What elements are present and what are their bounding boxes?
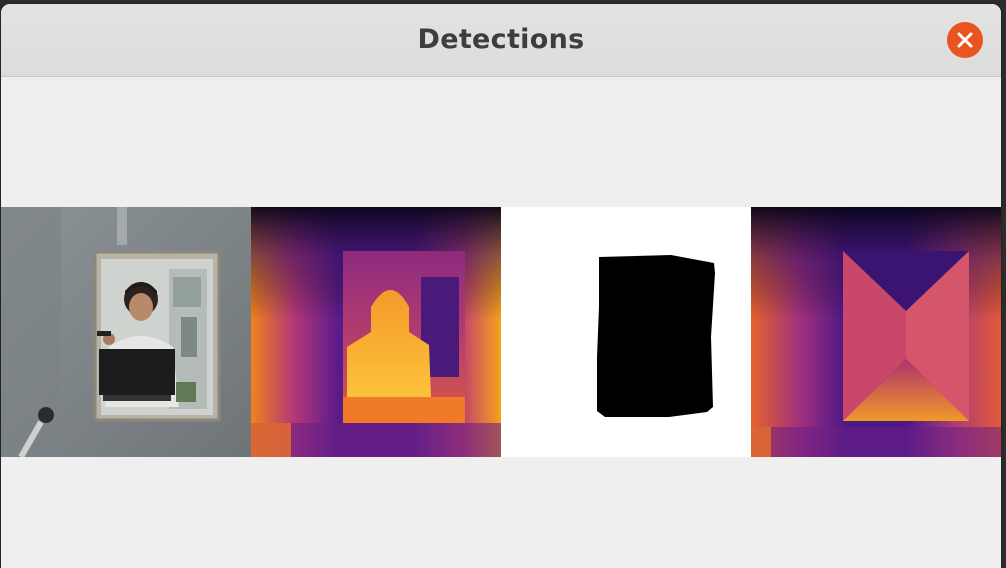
segmentation-mask-image — [501, 207, 751, 457]
depth-estimate-image — [751, 207, 1001, 457]
depth-map-image — [251, 207, 501, 457]
detections-window: Detections — [1, 4, 1001, 568]
close-button[interactable] — [947, 22, 983, 58]
detections-content — [1, 77, 1001, 568]
window-title: Detections — [417, 24, 585, 55]
camera-rgb-image — [1, 207, 251, 457]
title-bar[interactable]: Detections — [1, 4, 1001, 77]
image-strip — [1, 207, 1001, 457]
close-icon — [957, 32, 973, 48]
